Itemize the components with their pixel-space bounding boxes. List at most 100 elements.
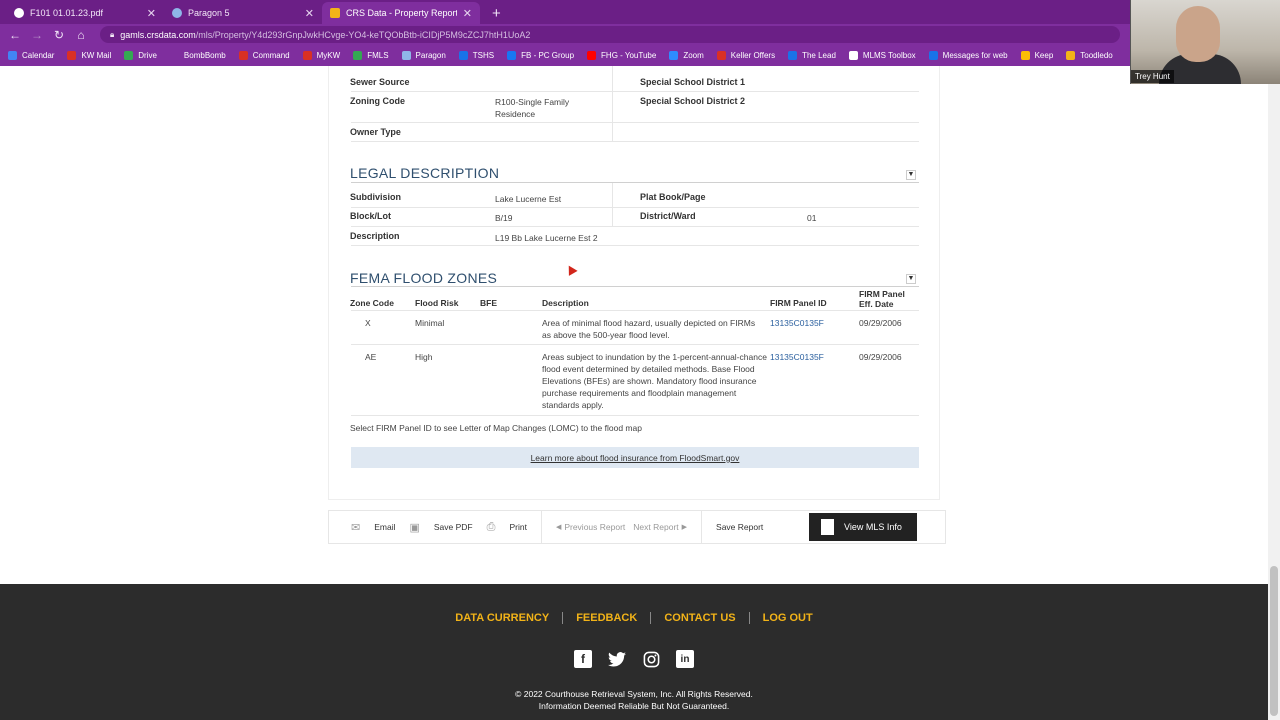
bookmark-label: Toodledo: [1080, 51, 1113, 60]
webcam-overlay: Trey Hunt: [1130, 0, 1280, 84]
bookmark-item[interactable]: Keller Offers: [716, 51, 775, 60]
bookmark-item[interactable]: Messages for web: [928, 51, 1008, 60]
report-action-bar: ✉ Email ▣ Save PDF ⎙ Print ◀ Previous Re…: [328, 510, 946, 544]
save-report-button[interactable]: Save Report: [716, 522, 763, 532]
instagram-icon[interactable]: [642, 650, 660, 668]
next-report-label: Next Report: [633, 522, 679, 532]
bookmark-item[interactable]: MLMS Toolbox: [848, 51, 916, 60]
site-footer: DATA CURRENCY FEEDBACK CONTACT US LOG OU…: [0, 584, 1268, 720]
browser-tab-paragon[interactable]: Paragon 5 ✕: [164, 2, 322, 24]
bookmark-label: FMLS: [367, 51, 389, 60]
printer-icon: ⎙: [486, 520, 496, 533]
bookmark-item[interactable]: Toodledo: [1066, 51, 1113, 60]
bookmark-label: Calendar: [22, 51, 55, 60]
close-icon[interactable]: ✕: [463, 7, 472, 20]
bookmark-item[interactable]: Keep: [1020, 51, 1054, 60]
description-value: L19 Bb Lake Lucerne Est 2: [495, 233, 598, 243]
bookmark-item[interactable]: BombBomb: [169, 51, 226, 60]
description-header: Description: [542, 298, 589, 308]
bookmark-label: Keep: [1034, 51, 1054, 60]
bookmark-icon: [587, 51, 597, 60]
firm-panel-link[interactable]: 13135C0135F: [770, 317, 824, 329]
bookmark-item[interactable]: Zoom: [669, 51, 704, 60]
bookmark-item[interactable]: FB - PC Group: [507, 51, 574, 60]
bookmark-label: Drive: [138, 51, 157, 60]
plat-book-page-label: Plat Book/Page: [640, 192, 706, 202]
bookmark-item[interactable]: Calendar: [8, 51, 54, 60]
firm-panel-link[interactable]: 13135C0135F: [770, 351, 824, 363]
bookmark-icon: [458, 51, 468, 60]
bookmark-item[interactable]: KW Mail: [67, 51, 111, 60]
feedback-link[interactable]: FEEDBACK: [563, 612, 652, 624]
subdivision-label: Subdivision: [350, 192, 402, 202]
description-label: Description: [350, 231, 400, 241]
bookmark-icon: [507, 51, 517, 60]
bookmark-item[interactable]: The Lead: [788, 51, 836, 60]
data-currency-link[interactable]: DATA CURRENCY: [442, 612, 564, 624]
flood-risk-cell: Minimal: [415, 318, 445, 328]
facebook-icon[interactable]: f: [574, 650, 592, 668]
zoning-code-label: Zoning Code: [350, 96, 405, 106]
browser-tab-crs[interactable]: CRS Data - Property Report for F ✕: [322, 2, 480, 24]
page-scrollbar[interactable]: [1268, 66, 1280, 720]
page-content: Sewer Source Special School District 1 Z…: [0, 66, 1268, 584]
floodsmart-link[interactable]: Learn more about flood insurance from Fl…: [351, 447, 919, 468]
block-lot-value: B/19: [495, 213, 513, 223]
divider: [351, 207, 919, 208]
next-report-button[interactable]: Next Report ▶: [633, 522, 687, 532]
bookmark-icon: [928, 51, 938, 60]
bookmark-icon: [848, 51, 858, 60]
linkedin-icon[interactable]: in: [676, 650, 694, 668]
social-links: f in: [0, 650, 1268, 668]
flood-risk-cell: High: [415, 352, 433, 362]
column-divider: [612, 183, 613, 227]
new-tab-icon[interactable]: +: [492, 5, 501, 22]
sewer-source-label: Sewer Source: [350, 77, 410, 87]
bookmark-label: BombBomb: [183, 51, 226, 60]
district-ward-label: District/Ward: [640, 211, 696, 221]
eff-date-cell: 09/29/2006: [859, 352, 902, 362]
save-pdf-label: Save PDF: [433, 522, 473, 532]
home-icon[interactable]: ⌂: [70, 28, 92, 42]
disclaimer-text: Information Deemed Reliable But Not Guar…: [538, 701, 730, 711]
caret-right-icon: ▶: [681, 524, 688, 531]
save-pdf-button[interactable]: ▣ Save PDF: [409, 521, 472, 534]
scrollbar-thumb[interactable]: [1270, 566, 1278, 716]
bookmark-item[interactable]: Command: [238, 51, 290, 60]
bookmark-label: MyKW: [316, 51, 341, 60]
bookmark-item[interactable]: MyKW: [302, 51, 341, 60]
previous-report-button[interactable]: ◀ Previous Report: [556, 522, 625, 532]
view-mls-info-button[interactable]: View MLS Info: [809, 513, 917, 541]
forward-icon[interactable]: →: [26, 28, 48, 42]
close-icon[interactable]: ✕: [305, 7, 314, 20]
log-out-link[interactable]: LOG OUT: [750, 612, 826, 624]
globe-icon: [14, 8, 24, 18]
bookmark-label: Paragon: [415, 51, 446, 60]
email-button[interactable]: ✉ Email: [351, 521, 395, 534]
url-field[interactable]: 🔒︎ gamls.crsdata.com /mls/Property/Y4d29…: [100, 26, 1120, 43]
reload-icon[interactable]: ↻: [48, 28, 70, 42]
contact-us-link[interactable]: CONTACT US: [651, 612, 750, 624]
district-ward-value: 01: [807, 213, 817, 223]
twitter-icon[interactable]: [608, 650, 626, 668]
close-icon[interactable]: ✕: [147, 7, 156, 20]
bookmark-item[interactable]: TSHS: [458, 51, 494, 60]
collapse-icon[interactable]: ▼: [906, 274, 916, 284]
collapse-icon[interactable]: ▼: [906, 170, 916, 180]
previous-report-label: Previous Report: [564, 522, 626, 532]
property-report-card: Sewer Source Special School District 1 Z…: [328, 66, 940, 500]
paragon-icon: [172, 8, 182, 18]
bookmark-icon: [169, 51, 179, 60]
bookmark-item[interactable]: FMLS: [353, 51, 389, 60]
bookmark-icon: [788, 51, 798, 60]
bookmark-item[interactable]: Paragon: [401, 51, 446, 60]
bookmark-item[interactable]: FHG - YouTube: [587, 51, 656, 60]
back-icon[interactable]: ←: [4, 28, 26, 42]
bookmark-item[interactable]: Drive: [124, 51, 157, 60]
browser-tab-pdf[interactable]: F101 01.01.23.pdf ✕: [6, 2, 164, 24]
bookmark-icon: [1066, 51, 1076, 60]
footer-links: DATA CURRENCY FEEDBACK CONTACT US LOG OU…: [0, 612, 1268, 624]
print-button[interactable]: ⎙ Print: [487, 521, 527, 534]
bookmark-icon: [8, 51, 17, 60]
bookmarks-bar: Calendar KW Mail Drive BombBomb Command MyKW F…: [0, 45, 1280, 66]
